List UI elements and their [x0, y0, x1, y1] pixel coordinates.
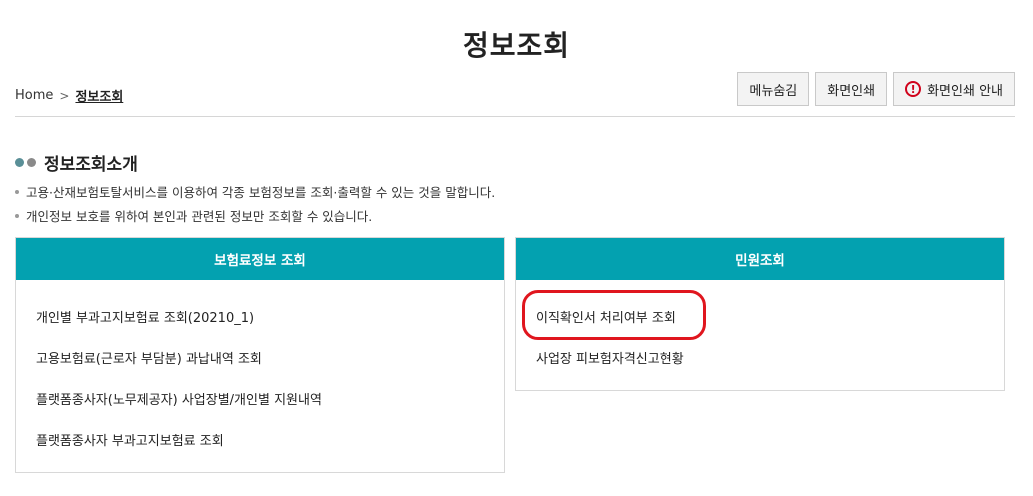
bullet-icon: [15, 189, 19, 194]
insurance-info-panel: 보험료정보 조회 개인별 부과고지보험료 조회(20210_1) 고용보험료(근…: [15, 237, 505, 473]
link-separation-cert[interactable]: 이직확인서 처리여부 조회: [536, 307, 676, 326]
bullet-icon: [15, 213, 19, 218]
breadcrumb-home[interactable]: Home: [15, 88, 53, 103]
intro-title: 정보조회소개: [44, 155, 138, 175]
insurance-info-panel-title: 보험료정보 조회: [16, 238, 504, 280]
link-individual-premium[interactable]: 개인별 부과고지보험료 조회(20210_1): [36, 307, 254, 326]
link-platform-support[interactable]: 플랫폼종사자(노무제공자) 사업장별/개인별 지원내역: [36, 389, 322, 408]
intro-line: 고용·산재보험토탈서비스를 이용하여 각종 보험정보를 조회·출력할 수 있는 …: [15, 182, 495, 201]
link-insured-report[interactable]: 사업장 피보험자격신고현황: [536, 348, 684, 367]
breadcrumb-current[interactable]: 정보조회: [75, 86, 123, 105]
header-divider: [15, 116, 1015, 117]
civil-inquiry-panel: 민원조회 이직확인서 처리여부 조회 사업장 피보험자격신고현황: [515, 237, 1005, 391]
page-title: 정보조회: [462, 29, 571, 62]
alert-icon: !: [905, 81, 922, 97]
link-platform-premium[interactable]: 플랫폼종사자 부과고지보험료 조회: [36, 430, 224, 449]
toolbar: 메뉴숨김 화면인쇄 ! 화면인쇄 안내: [737, 72, 1015, 106]
print-button[interactable]: 화면인쇄: [815, 72, 888, 106]
hide-menu-button[interactable]: 메뉴숨김: [737, 72, 810, 106]
link-overpayment[interactable]: 고용보험료(근로자 부담분) 과납내역 조회: [36, 348, 262, 367]
print-guide-button[interactable]: ! 화면인쇄 안내: [893, 72, 1015, 106]
print-guide-label: 화면인쇄 안내: [927, 83, 1003, 99]
civil-inquiry-panel-title: 민원조회: [516, 238, 1004, 280]
breadcrumb: Home > 정보조회: [15, 86, 123, 105]
bullet-dots-icon: [15, 158, 36, 167]
breadcrumb-separator-icon: >: [59, 88, 70, 103]
intro-heading: 정보조회소개: [15, 150, 138, 175]
intro-line: 개인정보 보호를 위하여 본인과 관련된 정보만 조회할 수 있습니다.: [15, 206, 372, 225]
